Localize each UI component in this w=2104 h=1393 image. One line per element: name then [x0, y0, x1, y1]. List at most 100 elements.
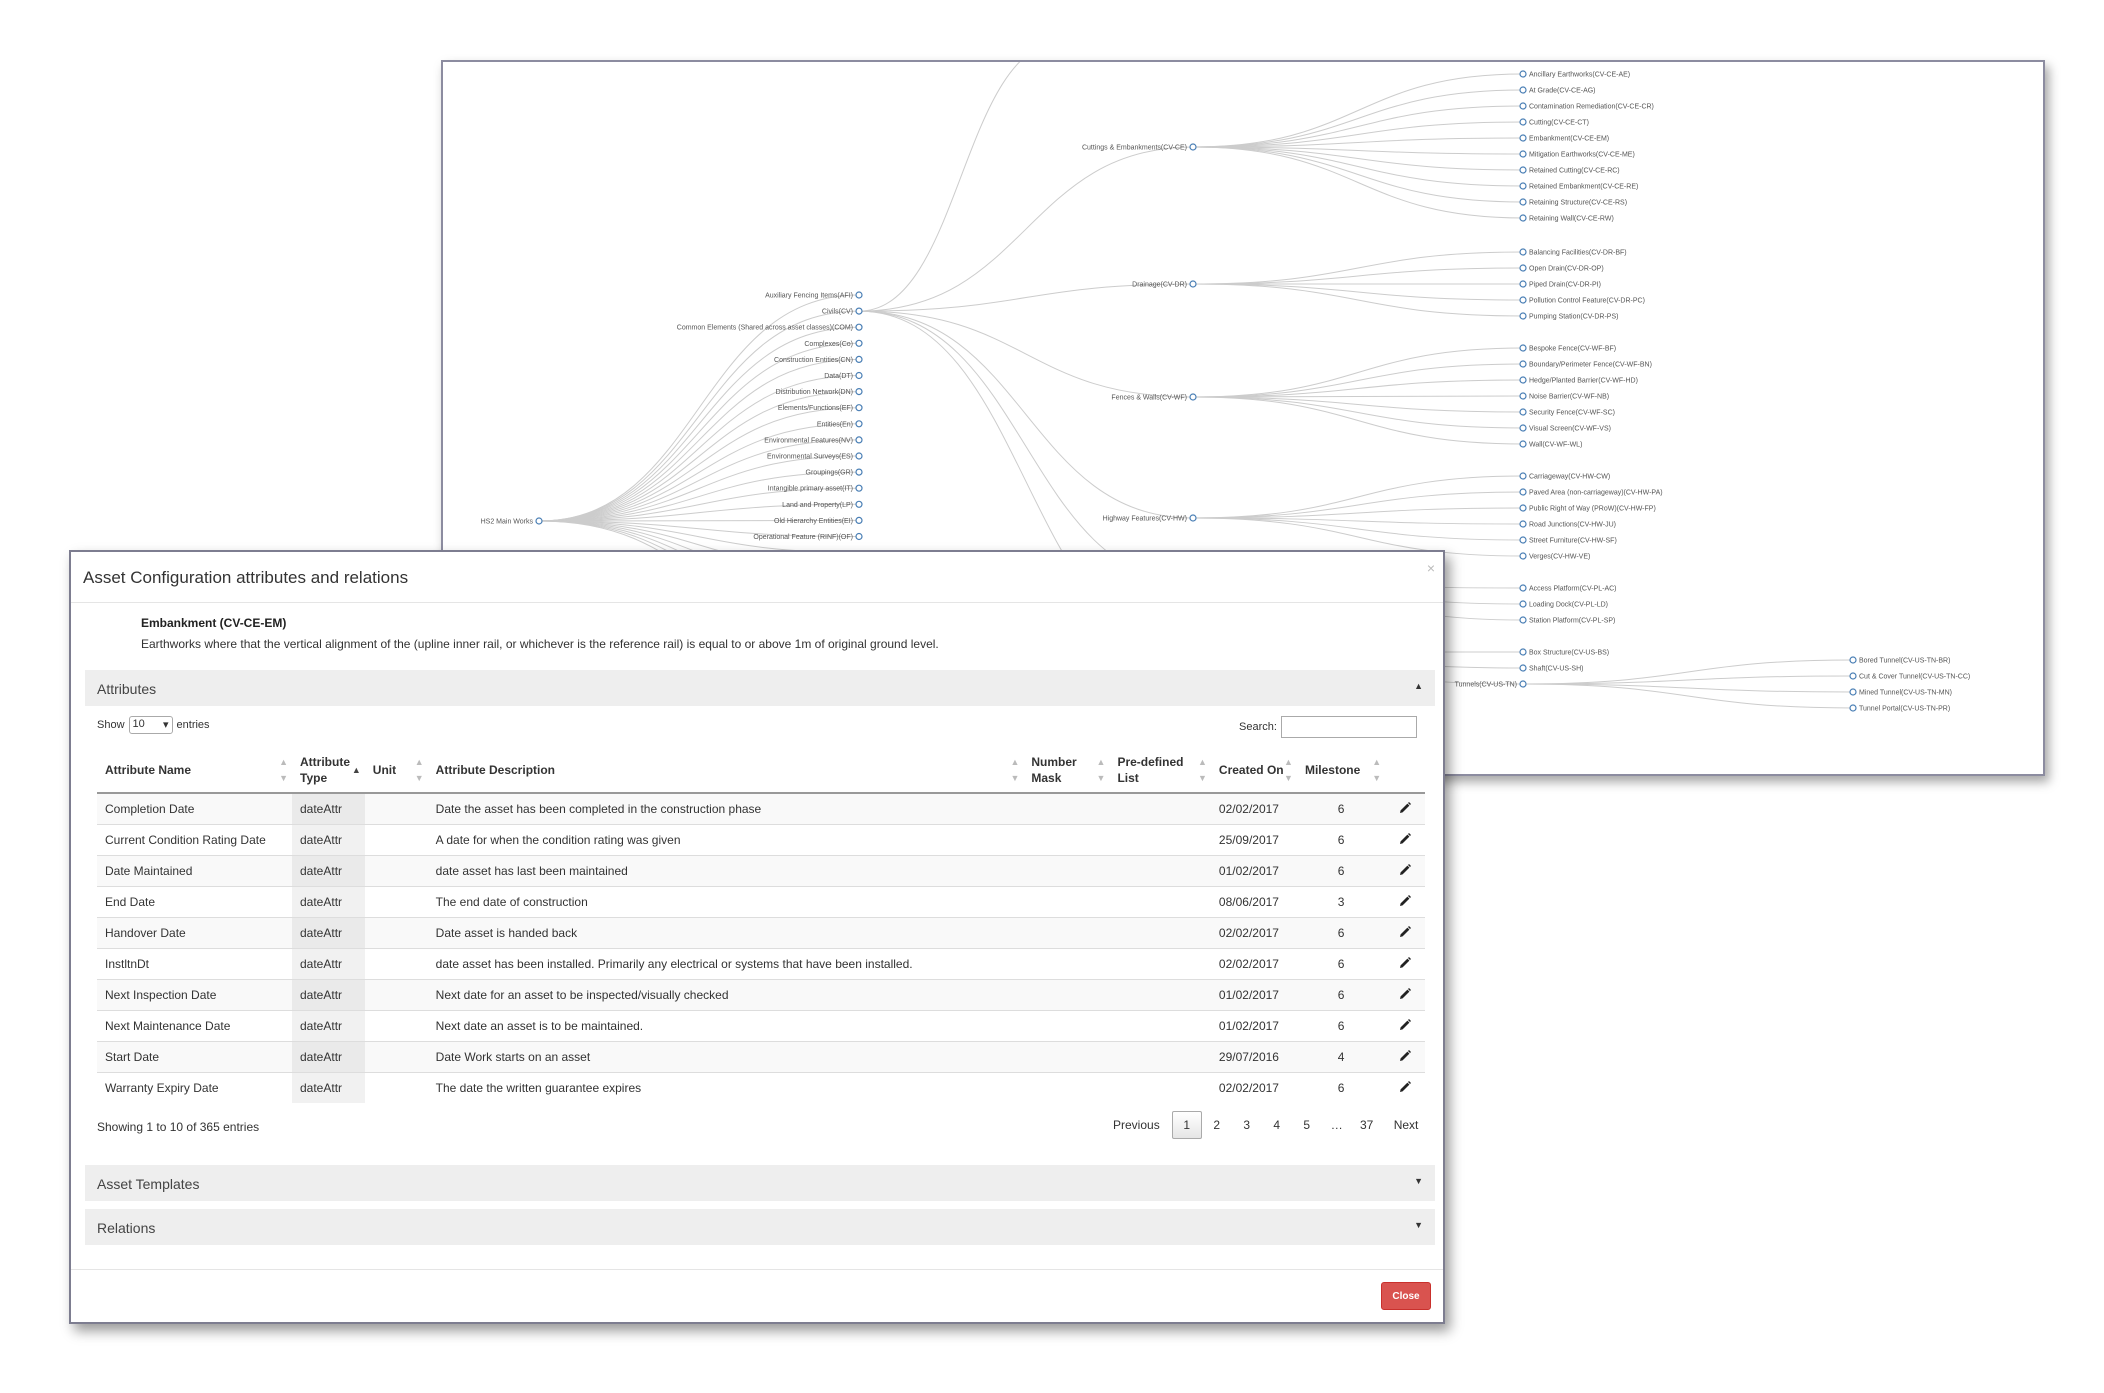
- tree-leaf-label[interactable]: Boundary/Perimeter Fence(CV-WF-BN): [1529, 362, 1652, 369]
- tree-node-circle[interactable]: [535, 517, 543, 525]
- table-row[interactable]: Handover Date dateAttr Date asset is hande…: [97, 917, 1425, 949]
- pencil-icon[interactable]: [1399, 1018, 1412, 1031]
- tree-node-circle[interactable]: [1519, 166, 1527, 174]
- tree-node-circle[interactable]: [855, 388, 863, 396]
- tree-leaf-label[interactable]: Open Drain(CV-DR-OP): [1529, 266, 1604, 273]
- tree-leaf-label[interactable]: Loading Dock(CV-PL-LD): [1529, 602, 1608, 609]
- table-row[interactable]: Start Date dateAttr Date Work starts on an…: [97, 1041, 1425, 1073]
- tree-group-label[interactable]: Tunnels(CV-US-TN): [1455, 682, 1517, 689]
- tree-group-label[interactable]: Fences & Walls(CV-WF): [1111, 395, 1187, 402]
- tree-node-circle[interactable]: [1519, 248, 1527, 256]
- tree-node-circle[interactable]: [1189, 143, 1197, 151]
- tree-node-circle[interactable]: [1519, 264, 1527, 272]
- tree-level1-label[interactable]: Environmental Surveys(ES): [767, 454, 853, 461]
- tree-node-circle[interactable]: [1519, 440, 1527, 448]
- table-row[interactable]: Warranty Expiry Date dateAttr The date the…: [97, 1072, 1425, 1103]
- tree-node-circle[interactable]: [1519, 70, 1527, 78]
- tree-leaf-label[interactable]: Ancillary Earthworks(CV-CE-AE): [1529, 72, 1630, 79]
- pencil-icon[interactable]: [1399, 987, 1412, 1000]
- tree-node-circle[interactable]: [1519, 134, 1527, 142]
- tree-node-circle[interactable]: [1849, 704, 1857, 712]
- column-header-attribute-description[interactable]: Attribute Description ▲ ▼: [427, 748, 1024, 794]
- tree-node-circle[interactable]: [1519, 376, 1527, 384]
- tree-node-circle[interactable]: [1519, 214, 1527, 222]
- tree-node-circle[interactable]: [1519, 150, 1527, 158]
- relations-panel-header[interactable]: Relations ▼: [85, 1209, 1435, 1245]
- table-row[interactable]: InstltnDt dateAttr date asset has been ins…: [97, 948, 1425, 980]
- tree-node-circle[interactable]: [1519, 118, 1527, 126]
- pagination-previous[interactable]: Previous: [1107, 1111, 1166, 1139]
- tree-leaf-label[interactable]: Public Right of Way (PRoW)(CV-HW-FP): [1529, 506, 1656, 513]
- tree-root-label[interactable]: HS2 Main Works: [481, 519, 534, 526]
- tree-node-circle[interactable]: [1849, 656, 1857, 664]
- tree-node-circle[interactable]: [1519, 664, 1527, 672]
- table-row[interactable]: Next Inspection Date dateAttr Next date fo…: [97, 979, 1425, 1011]
- tree-leaf-label[interactable]: Visual Screen(CV-WF-VS): [1529, 426, 1611, 433]
- tree-group-label[interactable]: Highway Features(CV-HW): [1103, 516, 1187, 523]
- tree-level1-label[interactable]: Elements/Functions(EF): [778, 405, 853, 412]
- tree-leaf-label[interactable]: Embankment(CV-CE-EM): [1529, 136, 1609, 143]
- pencil-icon[interactable]: [1399, 832, 1412, 845]
- tree-leaf-label[interactable]: Retaining Structure(CV-CE-RS): [1529, 200, 1627, 207]
- table-row[interactable]: Completion Date dateAttr Date the asset ha…: [97, 792, 1425, 825]
- tree-level1-label[interactable]: Old Hierarchy Entities(EI): [774, 518, 853, 525]
- tree-leaf-label[interactable]: Mined Tunnel(CV-US-TN-MN): [1859, 690, 1952, 697]
- tree-level1-label[interactable]: Intangible primary asset(IT): [768, 486, 853, 493]
- tree-node-circle[interactable]: [1519, 424, 1527, 432]
- tree-node-circle[interactable]: [1519, 680, 1527, 688]
- column-header-predefined-list[interactable]: Pre-defined List ▲ ▼: [1109, 748, 1211, 794]
- tree-node-circle[interactable]: [855, 468, 863, 476]
- column-header-attribute-type[interactable]: Attribute Type ▲: [292, 748, 365, 794]
- tree-node-circle[interactable]: [1519, 392, 1527, 400]
- tree-node-circle[interactable]: [1519, 408, 1527, 416]
- tree-node-circle[interactable]: [1519, 198, 1527, 206]
- tree-leaf-label[interactable]: Mitigation Earthworks(CV-CE-ME): [1529, 152, 1635, 159]
- tree-level1-label[interactable]: Data(DT): [824, 373, 853, 380]
- tree-node-circle[interactable]: [855, 371, 863, 380]
- tree-node-circle[interactable]: [1519, 600, 1527, 608]
- tree-leaf-label[interactable]: Contamination Remediation(CV-CE-CR): [1529, 104, 1654, 111]
- tree-node-circle[interactable]: [855, 452, 863, 460]
- table-row[interactable]: End Date dateAttr The end date of construc…: [97, 886, 1425, 918]
- tree-leaf-label[interactable]: Box Structure(CV-US-BS): [1529, 650, 1609, 657]
- tree-leaf-label[interactable]: Security Fence(CV-WF-SC): [1529, 410, 1615, 417]
- tree-node-circle[interactable]: [1519, 552, 1527, 560]
- tree-leaf-label[interactable]: Bored Tunnel(CV-US-TN-BR): [1859, 658, 1950, 665]
- tree-level1-label[interactable]: Construction Entities(CN): [774, 357, 853, 364]
- close-button[interactable]: Close: [1381, 1282, 1431, 1310]
- tree-leaf-label[interactable]: Cutting(CV-CE-CT): [1529, 120, 1589, 127]
- pencil-icon[interactable]: [1399, 1080, 1412, 1093]
- tree-node-circle[interactable]: [855, 484, 863, 492]
- tree-leaf-label[interactable]: Piped Drain(CV-DR-PI): [1529, 282, 1601, 289]
- tree-leaf-label[interactable]: Carriageway(CV-HW-CW): [1529, 474, 1610, 481]
- tree-node-circle[interactable]: [1849, 672, 1857, 680]
- tree-node-circle[interactable]: [1519, 312, 1527, 320]
- asset-templates-panel-header[interactable]: Asset Templates ▼: [85, 1165, 1435, 1201]
- tree-node-circle[interactable]: [1519, 102, 1527, 110]
- tree-node-circle[interactable]: [855, 436, 863, 444]
- tree-node-circle[interactable]: [855, 323, 863, 331]
- tree-node-circle[interactable]: [1849, 688, 1857, 696]
- tree-leaf-label[interactable]: Balancing Facilities(CV-DR-BF): [1529, 250, 1627, 257]
- tree-leaf-label[interactable]: Hedge/Planted Barrier(CV-WF-HD): [1529, 378, 1638, 385]
- pencil-icon[interactable]: [1399, 801, 1412, 814]
- tree-level1-label[interactable]: Operational Feature (RINF)(OF): [753, 534, 853, 541]
- tree-level1-label[interactable]: Complexes(Co): [804, 341, 853, 348]
- table-row[interactable]: Current Condition Rating Date dateAttr A d…: [97, 824, 1425, 856]
- tree-leaf-label[interactable]: Retained Cutting(CV-CE-RC): [1529, 168, 1620, 175]
- tree-level1-label[interactable]: Civils(CV): [822, 309, 853, 316]
- tree-node-circle[interactable]: [1519, 584, 1527, 592]
- tree-node-circle[interactable]: [1519, 86, 1527, 94]
- tree-leaf-label[interactable]: Noise Barrier(CV-WF-NB): [1529, 394, 1609, 401]
- column-header-milestone[interactable]: Milestone ▲ ▼: [1296, 748, 1386, 794]
- pencil-icon[interactable]: [1399, 863, 1412, 876]
- tree-leaf-label[interactable]: Cut & Cover Tunnel(CV-US-TN-CC): [1859, 674, 1970, 681]
- tree-leaf-label[interactable]: Verges(CV-HW-VE): [1529, 554, 1590, 561]
- tree-node-circle[interactable]: [1519, 504, 1527, 512]
- tree-leaf-label[interactable]: Wall(CV-WF-WL): [1529, 442, 1582, 449]
- tree-level1-label[interactable]: Groupings(GR): [806, 470, 853, 477]
- tree-node-circle[interactable]: [1189, 280, 1197, 288]
- pencil-icon[interactable]: [1399, 925, 1412, 938]
- column-header-number-mask[interactable]: Number Mask ▲ ▼: [1023, 748, 1110, 794]
- table-row[interactable]: Date Maintained dateAttr date asset has la…: [97, 855, 1425, 887]
